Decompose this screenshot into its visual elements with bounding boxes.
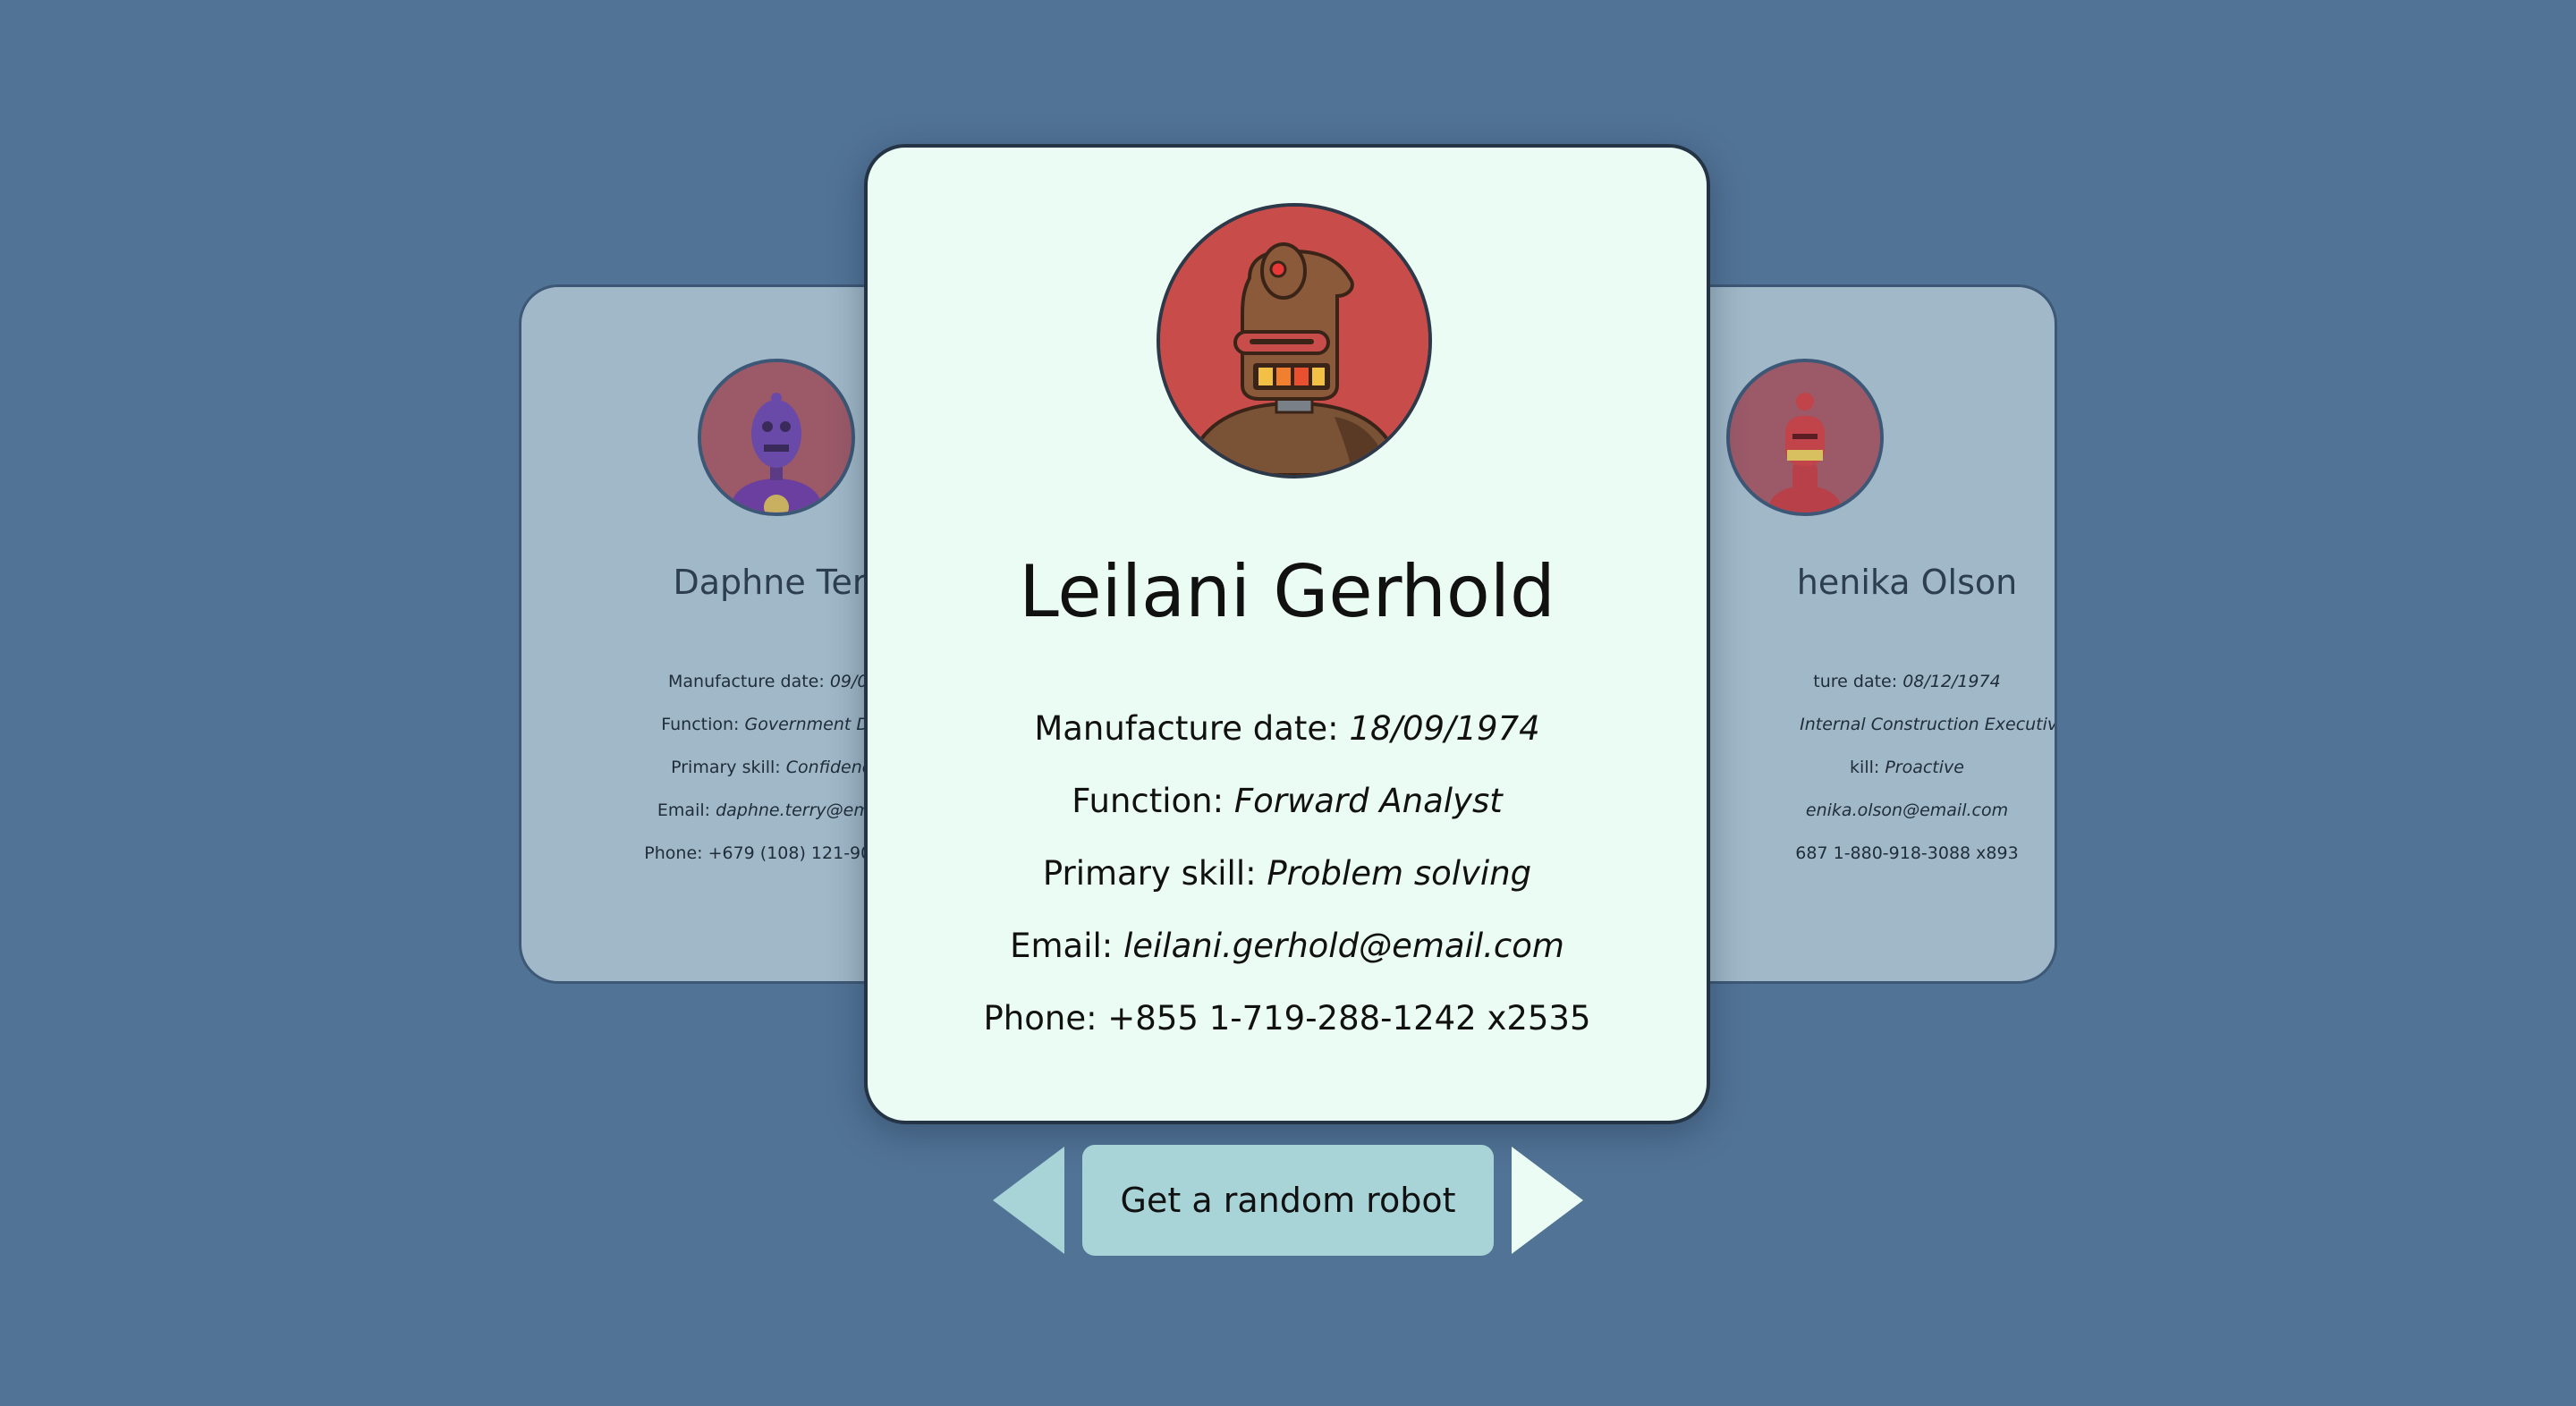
manufacture-date-label: Manufacture date:	[1034, 709, 1350, 748]
function-value: Forward Analyst	[1233, 782, 1503, 820]
email-value: leilani.gerhold@email.com	[1123, 927, 1564, 965]
random-robot-button[interactable]: Get a random robot	[1082, 1145, 1494, 1256]
primary-skill: Primary skill: Problem solving	[868, 854, 1707, 893]
manufacture-date-value: 18/09/1974	[1349, 709, 1540, 748]
phone: Phone: +855 1-719-288-1242 x2535	[983, 999, 1591, 1038]
email-value: enika.olson@email.com	[1805, 800, 2009, 820]
arrow-right-icon[interactable]	[1512, 1147, 1583, 1254]
phone: 687 1-880-918-3088 x893	[1795, 843, 2019, 863]
primary-skill-value: Proactive	[1885, 758, 1964, 777]
manufacture-date: Manufacture date: 18/09/1974	[868, 709, 1707, 748]
function-label: Function:	[1072, 782, 1234, 820]
primary-skill-label: kill:	[1850, 758, 1885, 777]
function-value: Internal Construction Executive	[1800, 715, 2057, 734]
robot-name: Leilani Gerhold	[1019, 550, 1555, 633]
primary-skill-label: Primary skill:	[1042, 854, 1267, 893]
robot-card-current: Leilani Gerhold Manufacture date: 18/09/…	[864, 144, 1710, 1124]
purple-robot-avatar-icon	[698, 359, 855, 516]
function: Internal Construction Executive	[1679, 715, 2057, 734]
primary-skill: kill: Proactive	[1652, 758, 2055, 777]
email-label: Email:	[657, 800, 716, 820]
email: Email: leilani.gerhold@email.com	[868, 927, 1707, 965]
arrow-left-icon[interactable]	[993, 1147, 1064, 1254]
robot-name: henika Olson	[1796, 563, 2018, 602]
email-label: Email:	[1010, 927, 1123, 965]
function-label: Function:	[661, 715, 745, 734]
red-robot-avatar-icon	[1726, 359, 1884, 516]
manufacture-date-value: 08/12/1974	[1902, 672, 2001, 691]
primary-skill-label: Primary skill:	[671, 758, 786, 777]
brown-robot-avatar-icon	[1157, 203, 1432, 479]
manufacture-date: ture date: 08/12/1974	[1652, 672, 2055, 691]
manufacture-date-label: ture date:	[1813, 672, 1903, 691]
primary-skill-value: Problem solving	[1267, 854, 1532, 893]
manufacture-date-label: Manufacture date:	[668, 672, 830, 691]
function: Function: Forward Analyst	[868, 782, 1707, 820]
robot-carousel: Daphne Terr Manufacture date: 09/08/ Fun…	[0, 0, 2576, 1406]
email: enika.olson@email.com	[1652, 800, 2055, 820]
